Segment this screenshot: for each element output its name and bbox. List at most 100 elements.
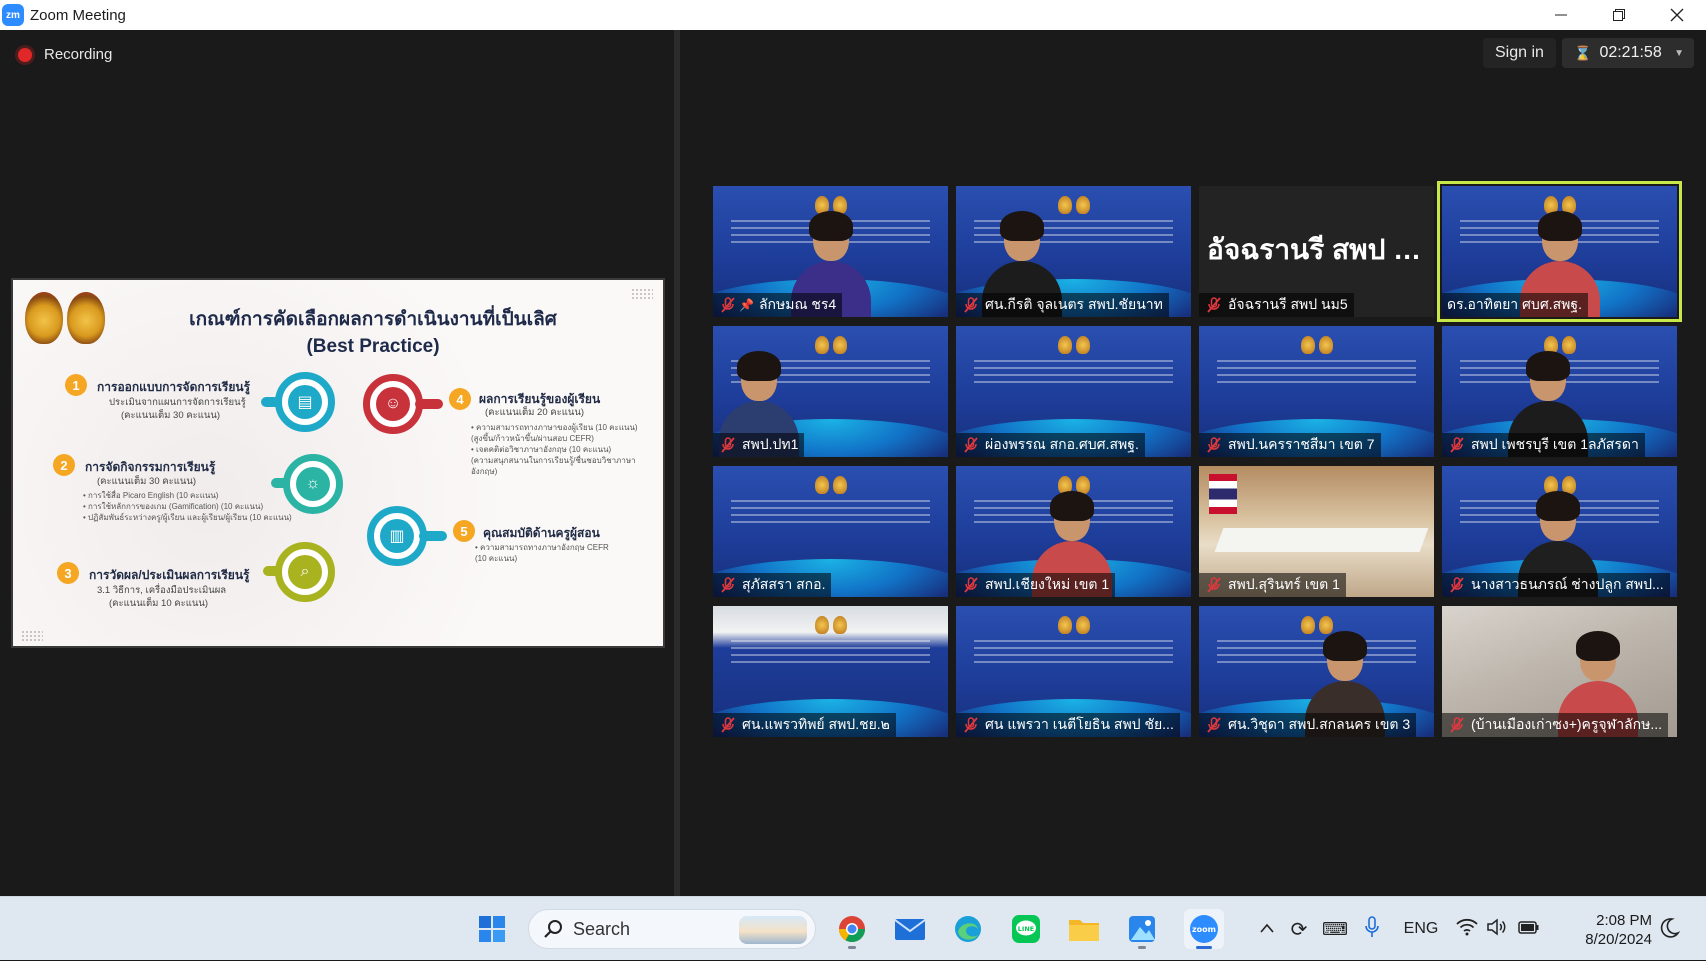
chevron-down-icon: ▼ [1674, 47, 1684, 59]
microphone-icon[interactable] [1354, 915, 1390, 943]
participant-tile[interactable]: 📌 ลักษมณ ชร4 [713, 186, 948, 317]
line-icon: LINE [1012, 915, 1040, 943]
input-language[interactable]: ENG [1390, 920, 1452, 938]
taskbar-app-edge[interactable] [948, 909, 988, 949]
sync-icon[interactable]: ⟳ [1282, 917, 1316, 942]
mic-muted-icon [962, 436, 980, 454]
flag-image [1209, 474, 1237, 514]
start-icon [479, 916, 505, 942]
participant-tile[interactable]: นางสาวธนภรณ์ ช่างปลูก สพป... [1442, 466, 1677, 597]
search-highlight-image [739, 916, 807, 944]
participant-name: ศน.แพรวทิพย์ สพป.ชย.๒ [742, 716, 890, 732]
taskbar-search-box[interactable]: Search [528, 909, 816, 949]
participant-tile[interactable]: ดร.อาทิตยา ศบศ.สพฐ. [1437, 181, 1682, 322]
virtual-background-emblems [814, 336, 847, 354]
item-text: (คะแนนเต็ม 10 คะแนน) [109, 598, 208, 609]
bullet: • ความสามารถทางภาษาอังกฤษ CEFR [475, 543, 609, 552]
participant-tile[interactable]: ศน.แพรวทิพย์ สพป.ชย.๒ [713, 606, 948, 737]
restore-icon [1613, 9, 1625, 21]
window-controls [1532, 0, 1706, 30]
meeting-table [1214, 528, 1429, 552]
search-icon [544, 920, 562, 938]
keyboard-icon[interactable]: ⌨ [1316, 919, 1354, 940]
splitter-handle[interactable] [674, 30, 680, 896]
svg-text:LINE: LINE [1018, 925, 1034, 933]
start-button[interactable] [472, 909, 512, 949]
item-bullets: • ความสามารถทางภาษาของผู้เรียน (10 คะแนน… [471, 422, 638, 477]
mic-muted-icon [962, 296, 980, 314]
taskbar-clock[interactable]: 2:08 PM 8/20/2024 [1572, 911, 1652, 949]
taskbar-app-photos[interactable] [1122, 909, 1162, 949]
participant-tile[interactable]: (บ้านเมืองเก่าซง+)ครูจุฬาลักษ... [1442, 606, 1677, 737]
participant-tile[interactable]: ศน แพรวา เนตีโยธิน สพป ชัย... [956, 606, 1191, 737]
show-hidden-icons-button[interactable] [1252, 920, 1282, 938]
screen-share-area: Recording เกณฑ์การคัดเลือกผลการดำเนินงาน… [0, 30, 674, 896]
taskbar-app-line[interactable]: LINE [1006, 909, 1046, 949]
bullet: อังกฤษ) [471, 467, 498, 476]
taskbar-app-file-explorer[interactable] [1064, 909, 1104, 949]
bullet: • เจตคติต่อวิชาภาษาอังกฤษ (10 คะแนน) [471, 445, 612, 454]
battery-icon[interactable] [1512, 919, 1546, 940]
mic-muted-icon [719, 576, 737, 594]
item-text: (คะแนนเต็ม 20 คะแนน) [485, 407, 584, 418]
virtual-background-text [974, 640, 1173, 666]
bullet: • ความสามารถทางภาษาของผู้เรียน (10 คะแนน… [471, 423, 638, 432]
sign-in-button[interactable]: Sign in [1483, 38, 1556, 68]
participant-name: สพป เพชรบุรี เขต 1ลภัสรดา [1471, 436, 1639, 452]
virtual-background-emblems [1057, 336, 1090, 354]
participant-name: สพป.สุรินทร์ เขต 1 [1228, 576, 1340, 592]
mic-muted-icon [1205, 436, 1223, 454]
participant-tile[interactable]: สพป.ปท1 [713, 326, 948, 457]
participant-tile[interactable]: อัจฉรานรี สพป น... อัจฉรานรี สพป นม5 [1199, 186, 1434, 317]
taskbar-app-mail[interactable] [890, 909, 930, 949]
item-text: 3.1 วิธีการ, เครื่องมือประเมินผล [97, 585, 227, 596]
participant-tile[interactable]: ศน.กีรติ จุลเนตร สพป.ชัยนาท [956, 186, 1191, 317]
chrome-icon [838, 916, 866, 943]
window-title: Zoom Meeting [30, 6, 126, 24]
participant-tile[interactable]: สพป.สุรินทร์ เขต 1 [1199, 466, 1434, 597]
taskbar-app-chrome[interactable] [832, 909, 872, 949]
close-button[interactable] [1648, 0, 1706, 30]
evaluation-icon: ⌕ [275, 542, 335, 602]
virtual-background-emblems [814, 616, 847, 634]
system-tray: ⟳ ⌨ ENG [1252, 897, 1546, 961]
participant-tile[interactable]: สพป เพชรบุรี เขต 1ลภัสรดา [1442, 326, 1677, 457]
teacher-qualification-icon: ▥ [367, 506, 427, 566]
participant-name-bar: 📌 ลักษมณ ชร4 [713, 293, 843, 317]
svg-text:zoom: zoom [1192, 925, 1216, 934]
participant-tile[interactable]: สพป.เชียงใหม่ เขต 1 [956, 466, 1191, 597]
mic-muted-icon [1205, 296, 1223, 314]
activity-icon: ☼ [283, 454, 343, 514]
item-bullets: • ความสามารถทางภาษาอังกฤษ CEFR (10 คะแนน… [475, 542, 609, 564]
recording-indicator[interactable]: Recording [18, 46, 112, 63]
virtual-background-emblems [814, 476, 847, 494]
decor-dots [631, 288, 653, 300]
mail-icon [894, 919, 926, 940]
participant-tile[interactable]: ศน.วิชุดา สพป.สกลนคร เขต 3 [1199, 606, 1434, 737]
item-number-badge: 5 [453, 520, 475, 542]
school-emblem-icon [25, 292, 63, 344]
item-title: คุณสมบัติด้านครูผู้สอน [483, 526, 600, 540]
virtual-background-text [731, 500, 930, 526]
wifi-icon[interactable] [1452, 918, 1482, 941]
window-titlebar: zm Zoom Meeting [0, 0, 1706, 30]
item-text: (คะแนนเต็ม 30 คะแนน) [97, 476, 196, 487]
taskbar-app-zoom[interactable]: zoom [1184, 909, 1224, 949]
participant-name: สุภัสสรา สกอ. [742, 576, 826, 592]
participant-tile[interactable]: สุภัสสรา สกอ. [713, 466, 948, 597]
participant-name-bar: ศน แพรวา เนตีโยธิน สพป ชัย... [956, 713, 1180, 737]
virtual-background-text [1217, 360, 1416, 386]
notifications-button[interactable] [1660, 917, 1681, 944]
restore-button[interactable] [1590, 0, 1648, 30]
bullet: (ความสนุกสนานในการเรียนรู้/ชื่นชอบวิชาภา… [471, 456, 636, 465]
obec-emblem-icon [67, 292, 105, 344]
volume-icon[interactable] [1482, 917, 1512, 941]
running-indicator [848, 946, 856, 949]
learner-results-icon: ☺ [363, 374, 423, 434]
participant-tile[interactable]: สพป.นครราชสีมา เขต 7 [1199, 326, 1434, 457]
participant-tile[interactable]: ผ่องพรรณ สกอ.ศบศ.สพฐ. [956, 326, 1191, 457]
bullet: • การใช้หลักการของเกม (Gamification) (10… [83, 502, 264, 511]
meeting-timer[interactable]: ⌛ 02:21:58 ▼ [1562, 38, 1694, 68]
minimize-button[interactable] [1532, 0, 1590, 30]
participant-name: อัจฉรานรี สพป นม5 [1228, 296, 1348, 312]
